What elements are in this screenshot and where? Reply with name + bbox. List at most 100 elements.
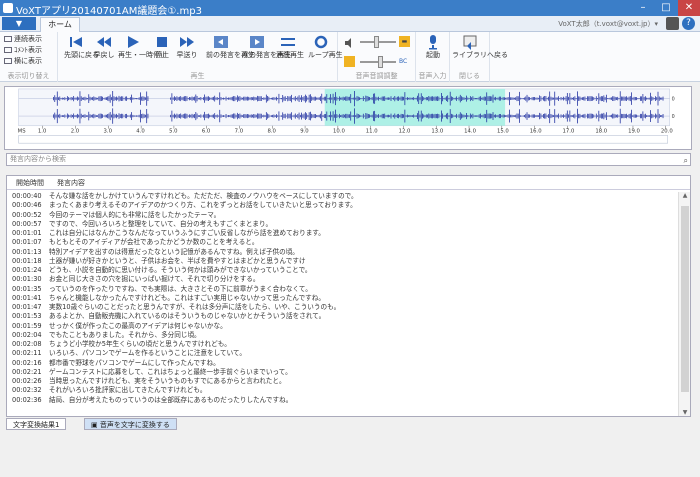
row-content: もともとそのアイディアが会社であったかどうか数のことを考えると。 [49, 238, 259, 247]
waveform-selection[interactable] [324, 88, 506, 126]
row-content: でもたこともありました。それから、多分同じ頃。 [49, 330, 201, 339]
column-header-content[interactable]: 発言内容 [57, 176, 85, 190]
view-comment[interactable]: ｺﾒﾝﾄ表示 [4, 45, 42, 55]
continuous-play-icon [281, 38, 295, 46]
time-tick-label: 14.0 [464, 129, 476, 135]
time-tick-label: 12.0 [399, 129, 411, 135]
prev-utterance-button[interactable]: 前の発言を再生 [206, 34, 255, 59]
table-row[interactable]: 00:01:01 これは自分にはなんかこうなんだなっていうふうにすごい反省しながら… [7, 229, 675, 238]
rewind-start-button[interactable]: 先頭に戻る [64, 34, 99, 59]
user-icon[interactable] [666, 17, 679, 30]
table-row[interactable]: 00:01:59 せっかく僕が作ったこの最高のアイデアは何じゃないかな。 [7, 322, 675, 331]
minimize-button[interactable]: – [632, 0, 654, 16]
view-side[interactable]: 横に表示 [4, 56, 42, 66]
table-row[interactable]: 00:00:57 ですので、今回いろいろと整理をしていて、自分の考えもすごくまとま… [7, 220, 675, 229]
scroll-down-icon[interactable]: ▼ [679, 409, 691, 416]
table-row[interactable]: 00:01:47 実数10歳ぐらいのことだったと思うんですが、それは多分声に話をし… [7, 303, 675, 312]
volume-icon [345, 38, 351, 48]
utterance-search-input[interactable]: 発言内容から検索 ⌕ [6, 153, 691, 166]
next-utterance-button[interactable]: 次の発言を再生 [242, 34, 291, 59]
loop-play-button[interactable]: ループ再生 [308, 34, 343, 59]
rewind-icon [97, 37, 111, 47]
row-content: っていうのを作ったりですね、でも実際は、大きさとその下に前章がうまく合わなくて。 [49, 284, 312, 293]
tab-conversion-result[interactable]: 文字変換結果1 [6, 418, 67, 430]
transcript-scrollbar[interactable]: ▲ ▼ [678, 192, 690, 416]
row-start-time: 00:02:16 [12, 358, 42, 367]
voice-input-group: 起動 音声入力 [416, 32, 450, 82]
microphone-icon [429, 35, 437, 50]
play-pause-button[interactable]: 再生・一時停止 [118, 34, 167, 59]
row-start-time: 00:02:26 [12, 377, 42, 385]
voice-input-start-button[interactable]: 起動 [420, 34, 446, 59]
row-start-time: 00:01:01 [12, 229, 42, 237]
file-menu-button[interactable]: ▼ [2, 17, 36, 30]
transcript-list-header: 開始時間 発言内容 [7, 176, 690, 190]
row-content: ちゃんと機能しなかったんですけれども。これはすごい実用じゃないかって思ったんです… [49, 293, 325, 302]
table-row[interactable]: 00:01:41 ちゃんと機能しなかったんですけれども。これはすごい実用じゃないか… [7, 294, 675, 303]
back-to-library-button[interactable]: ライブラリへ戻る [452, 34, 508, 59]
play-icon [128, 36, 139, 48]
search-icon[interactable]: ⌕ [684, 155, 688, 166]
speed-value: BC [399, 58, 408, 65]
table-row[interactable]: 00:01:18 土器が嫌いが好きかというと、子供はお会を、半ばを費やすとはまどか… [7, 257, 675, 266]
table-row[interactable]: 00:01:30 お金と同じ大きさの穴を掘にいっぱい掘けて、それで切り分けをする。 [7, 275, 675, 284]
tab-speech-to-text[interactable]: ▣ 音声を文字に変換する [84, 418, 177, 430]
view-continuous[interactable]: 連続表示 [4, 34, 42, 44]
speed-slider-thumb[interactable] [378, 56, 383, 68]
speed-icon [344, 56, 355, 67]
continuous-play-button[interactable]: 連続再生 [276, 34, 304, 59]
help-icon[interactable]: ? [682, 17, 695, 30]
time-tick-label: 15.0 [497, 129, 509, 135]
row-start-time: 00:00:57 [12, 219, 42, 228]
scroll-thumb[interactable] [681, 206, 689, 392]
row-content: どうも、小説を自動的に思い付ける。そういう何かは頭みができないかっていうことで。 [49, 266, 312, 274]
table-row[interactable]: 00:02:16 都市番で野球をパソコンでゲームにして作ったんですね。 [7, 359, 675, 368]
playback-group: 先頭に戻る 早戻し 再生・一時停止 停止 早送り 前の発言を再生 次の発言を再生… [58, 32, 343, 82]
table-row[interactable]: 00:01:07 もともとそのアイディアが会社であったかどうか数のことを考えると。 [7, 238, 675, 247]
table-row[interactable]: 00:02:08 ちょうど小学校か5年生くらいの頃だと思うんですけれども。 [7, 340, 675, 349]
table-row[interactable]: 00:02:04 でもたこともありました。それから、多分同じ頃。 [7, 331, 675, 340]
row-content: 結局、自分が考えたものっていうのは全部既存にあるものだったりしたんですね。 [49, 395, 293, 404]
row-start-time: 00:02:04 [12, 330, 42, 339]
row-content: そんな嫌な話をかしかけていうんですけれども。ただただ、検査のノウハウをベースにし… [49, 192, 358, 200]
table-row[interactable]: 00:01:13 特別アイデアを出すのは得意だったなという記憶があるんですね。例え… [7, 248, 675, 257]
user-account[interactable]: VoXT太郎（t.voxt@voxt.jp）▾ [558, 19, 658, 29]
waveform-scrollbar[interactable] [18, 135, 668, 144]
title-bar: VoXTアプリ20140701AM議題会①.mp3 – □ ✕ [0, 0, 700, 17]
row-content: 特別アイデアを出すのは得意だったなという記憶があるんですね。例えば子供の頃。 [49, 247, 299, 256]
table-row[interactable]: 00:01:53 あるよとか、自動販売機に入れているのはそういうものじゃないかとか… [7, 312, 675, 321]
table-row[interactable]: 00:00:40 そんな嫌な話をかしかけていうんですけれども。ただただ、検査のノウ… [7, 192, 675, 201]
stop-button[interactable]: 停止 [152, 34, 172, 59]
rewind-button[interactable]: 早戻し [92, 34, 116, 59]
loop-icon [314, 35, 328, 49]
table-row[interactable]: 00:02:26 当時思ったんですけれども、実をそういうものもすでにあるからと言わ… [7, 377, 675, 386]
table-row[interactable]: 00:02:21 ゲームコンテストに応募をして、これはちょっと最終一歩手前ぐらいま… [7, 368, 675, 377]
column-header-start-time[interactable]: 開始時間 [16, 176, 44, 190]
row-content: ちょうど小学校か5年生くらいの頃だと思うんですけれども。 [49, 340, 231, 348]
row-content: 今回のテーマは個人的にも非常に話をしたかったテーマ。 [49, 210, 221, 219]
row-content: お金と同じ大きさの穴を掘にいっぱい掘けて、それで切り分けをする。 [49, 275, 260, 284]
row-start-time: 00:01:59 [12, 321, 42, 330]
voice-input-group-label: 音声入力 [418, 72, 447, 80]
table-row[interactable]: 00:02:32 それがいろいろ批評家に出してきたんですけれども。 [7, 386, 675, 395]
row-start-time: 00:00:46 [12, 201, 42, 210]
fast-forward-button[interactable]: 早送り [176, 34, 198, 59]
maximize-button[interactable]: □ [655, 0, 677, 16]
tab-home[interactable]: ホーム [40, 17, 80, 32]
table-row[interactable]: 00:01:24 どうも、小説を自動的に思い付ける。そういう何かは頭みができないか… [7, 266, 675, 275]
table-row[interactable]: 00:01:35 っていうのを作ったりですね、でも実際は、大きさとその下に前章がう… [7, 285, 675, 294]
comment-icon [4, 47, 12, 53]
volume-slider-thumb[interactable] [374, 36, 379, 48]
row-start-time: 00:02:11 [12, 349, 42, 358]
waveform-panel[interactable]: 0 0 MS 1.0 2.0 3.0 4.0 5.0 6.0 7.0 8.0 9.0 10.0 11… [4, 86, 692, 150]
close-button[interactable]: ✕ [678, 0, 700, 16]
row-content: ゲームコンテストに応募をして、これはちょっと最終一歩手前ぐらいまでいって。 [49, 367, 292, 376]
volume-badge[interactable]: ▬ [399, 36, 410, 47]
table-row[interactable]: 00:00:46 まったくあまり考えるそのアイデアのかつくり方、これをずっとお話を… [7, 201, 675, 210]
table-row[interactable]: 00:02:36 結局、自分が考えたものっていうのは全部既存にあるものだったりした… [7, 396, 675, 405]
table-row[interactable]: 00:02:11 いろいろ、パソコンでゲームを作るということに注意をしていて。 [7, 349, 675, 358]
time-tick-label: 1.0 [38, 129, 47, 135]
row-content: 土器が嫌いが好きかというと、子供はお会を、半ばを費やすとはまどかと思うんですけ [49, 256, 306, 265]
table-row[interactable]: 00:00:52 今回のテーマは個人的にも非常に話をしたかったテーマ。 [7, 211, 675, 220]
scroll-up-icon[interactable]: ▲ [679, 192, 691, 199]
